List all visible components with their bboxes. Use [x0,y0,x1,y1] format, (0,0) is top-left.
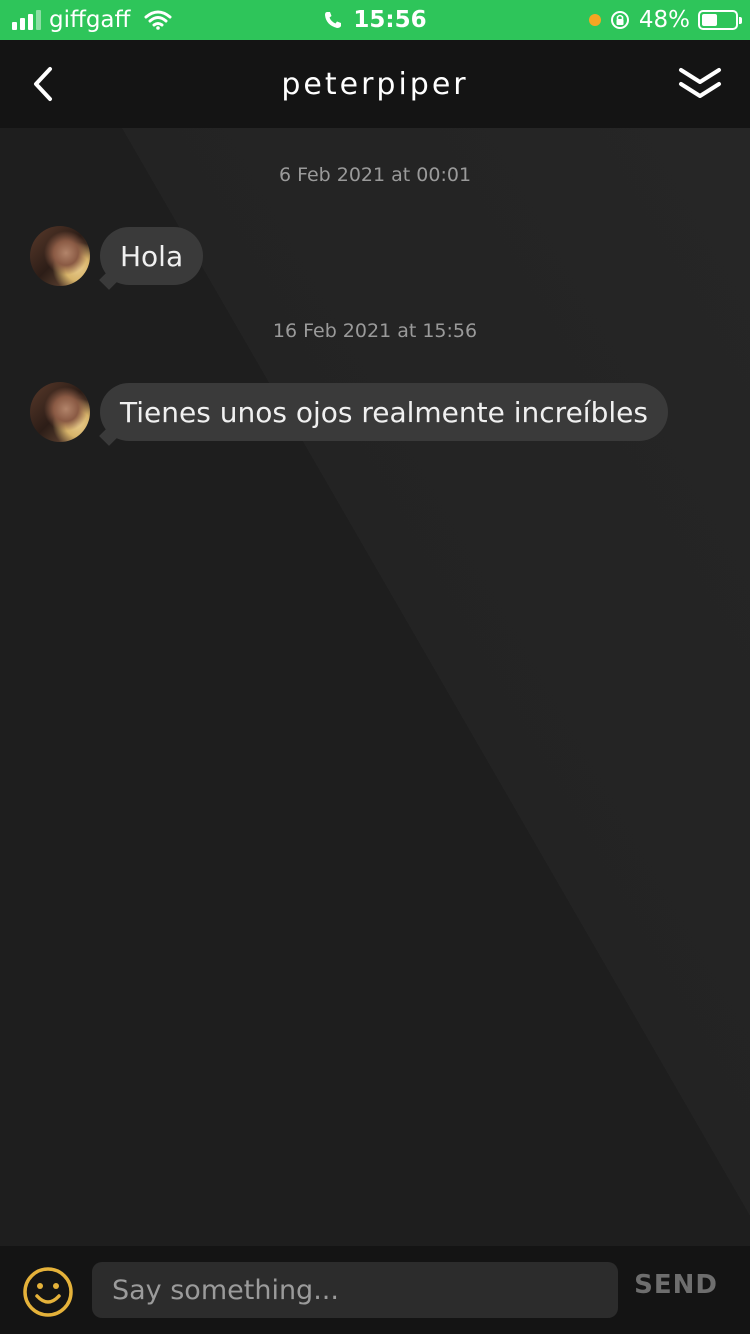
smiley-icon[interactable] [22,1266,74,1318]
battery-icon [698,10,742,30]
double-chevron-down-icon [679,68,721,98]
phone-call-icon [325,12,342,28]
contact-name-title: peterpiper [281,66,469,102]
message-row: Tienes unos ojos realmente increíbles [30,382,668,442]
message-composer: SEND [0,1246,750,1334]
avatar[interactable] [30,382,90,442]
message-bubble[interactable]: Tienes unos ojos realmente increíbles [100,383,668,441]
status-time: 15:56 [353,7,427,33]
chat-thread[interactable]: 6 Feb 2021 at 00:01 Hola 16 Feb 2021 at … [0,128,750,1246]
battery-percent: 48% [638,7,690,33]
avatar[interactable] [30,226,90,286]
battery-level [702,14,717,26]
message-input[interactable] [92,1262,618,1318]
message-timestamp: 16 Feb 2021 at 15:56 [272,320,478,342]
collapse-button[interactable] [674,60,726,108]
message-bubble[interactable]: Hola [100,227,204,285]
orientation-lock-icon [610,11,629,29]
message-timestamp: 6 Feb 2021 at 00:01 [278,164,472,186]
privacy-dot-icon [588,14,601,26]
chat-header: peterpiper [0,40,750,128]
send-button[interactable]: SEND [634,1270,718,1300]
message-row: Hola [30,226,204,286]
status-bar: giffgaff 15:56 48% [0,0,750,40]
status-right: 48% [588,0,742,40]
